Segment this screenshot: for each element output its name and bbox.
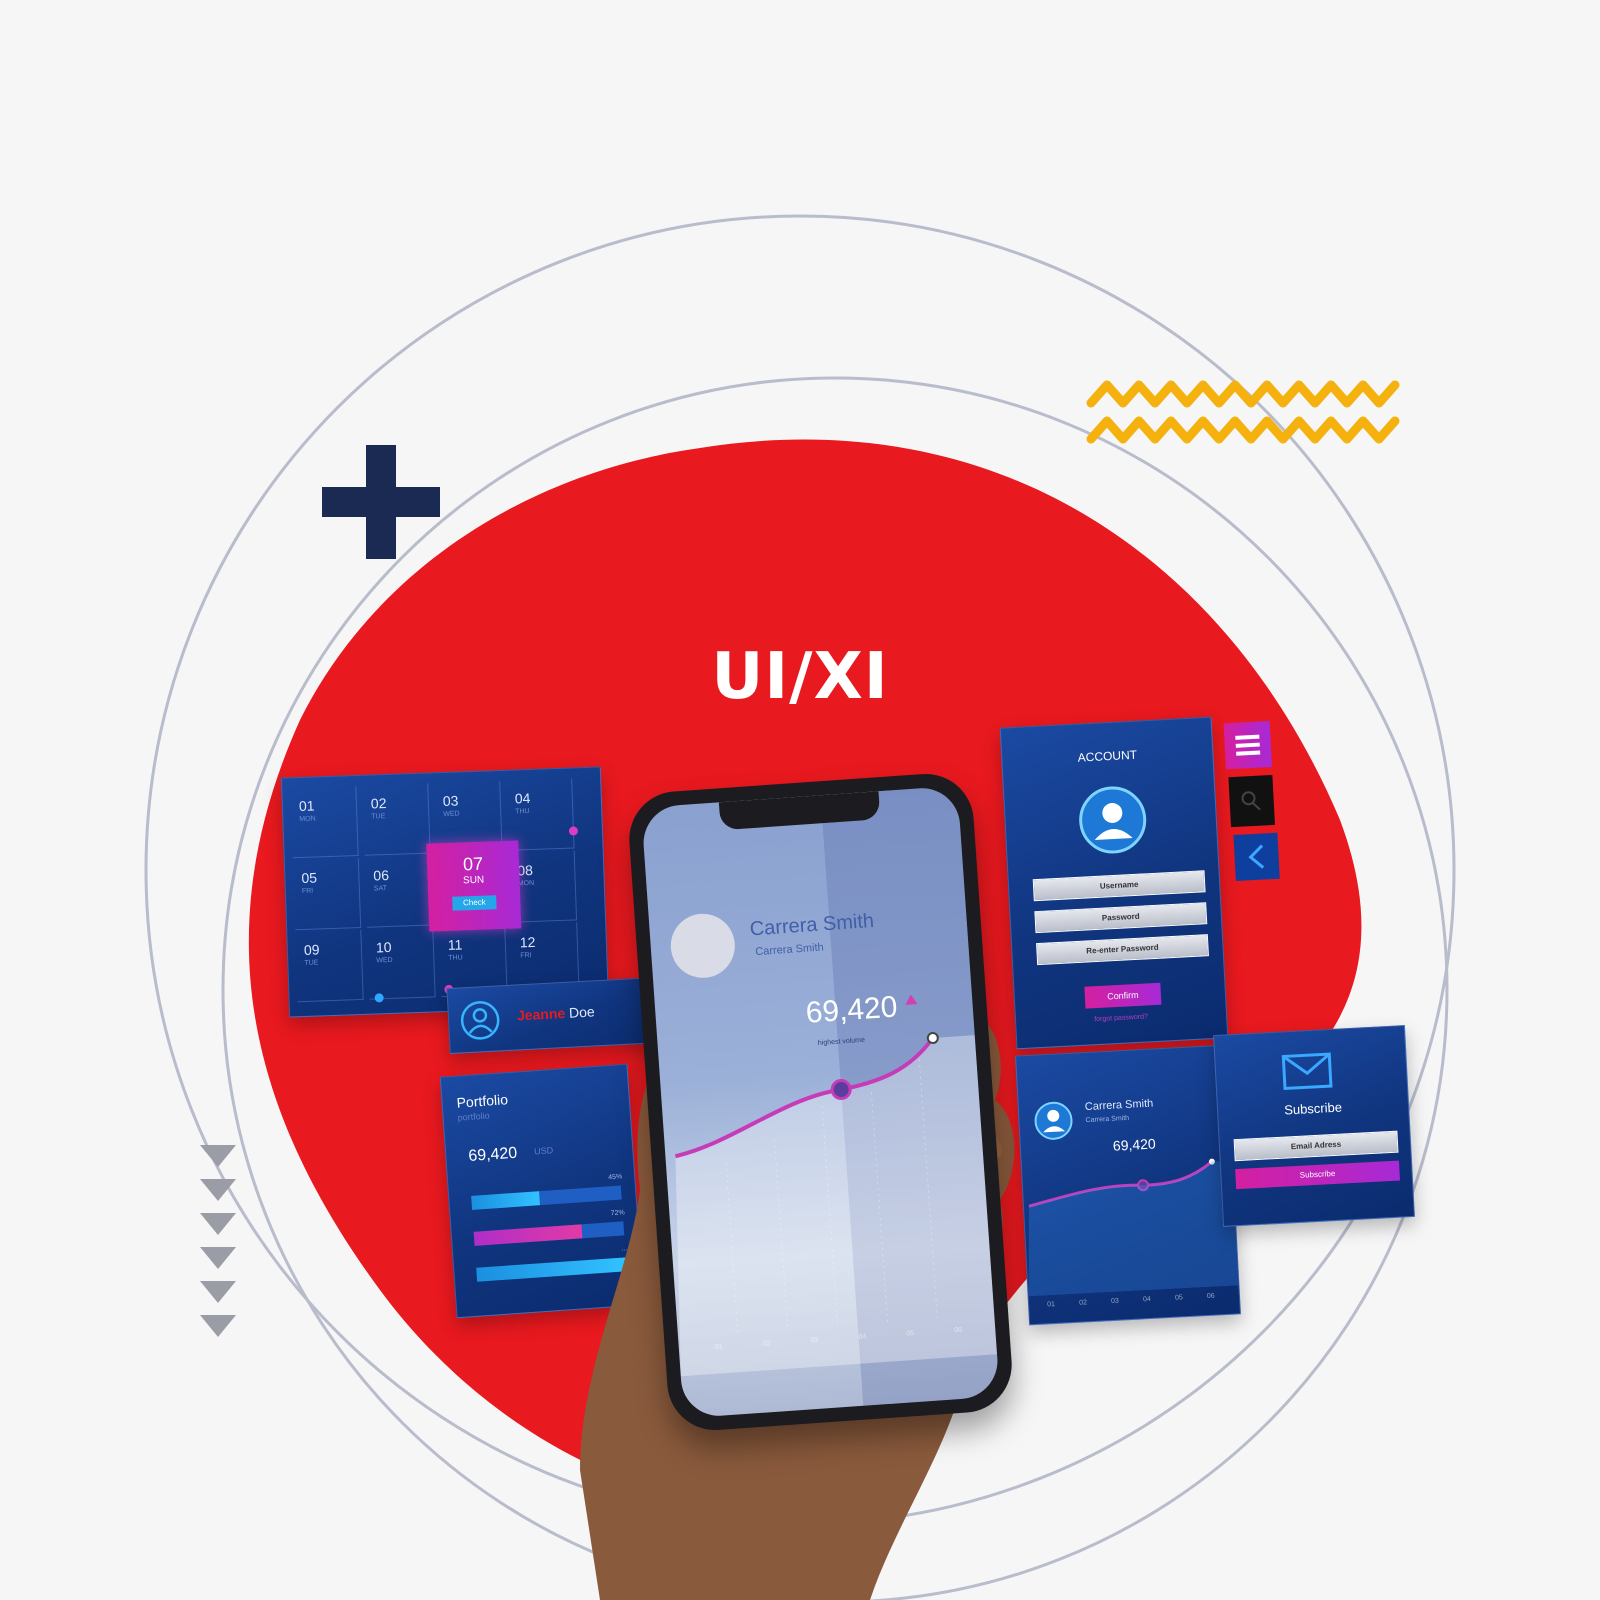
event-dot xyxy=(374,993,384,1003)
x-tick-label: 02 xyxy=(762,1340,771,1348)
calendar-day-number: 04 xyxy=(514,789,531,807)
phone-screen[interactable]: Carrera Smith Carrera Smith 69,420 highe… xyxy=(641,785,1000,1419)
search-button[interactable] xyxy=(1228,774,1275,828)
calendar-day-number: 03 xyxy=(442,792,459,810)
plus-icon xyxy=(322,445,440,559)
calendar-day-number: 09 xyxy=(303,941,320,958)
selected-day-name: SUN xyxy=(462,874,485,887)
confirm-button[interactable]: Confirm xyxy=(1084,982,1162,1009)
stats-line-chart xyxy=(1028,1158,1239,1297)
x-tick-label: 06 xyxy=(954,1326,963,1335)
share-button[interactable] xyxy=(1233,832,1280,881)
check-button[interactable]: Check xyxy=(452,895,497,911)
triangle-arrows-decoration xyxy=(200,1145,236,1337)
calendar-day-number: 01 xyxy=(298,797,315,815)
calendar-day-name: FRI xyxy=(301,887,314,895)
account-card: ACCOUNT Username Password Re-enter Passw… xyxy=(999,716,1229,1050)
calendar-day-cell[interactable]: 01 MON xyxy=(290,786,359,859)
x-tick-label: 01 xyxy=(714,1343,723,1351)
calendar-day-number: 06 xyxy=(373,866,390,884)
reenter-password-field[interactable]: Re-enter Password xyxy=(1036,934,1209,966)
calendar-day-name: TUE xyxy=(304,959,319,967)
calendar-day-number: 10 xyxy=(375,938,392,956)
phone-line-chart xyxy=(674,1032,998,1377)
trend-up-icon xyxy=(904,994,918,1005)
calendar-day-cell[interactable]: 02 TUE xyxy=(362,783,431,856)
x-tick-label: 01 xyxy=(1046,1300,1056,1309)
x-tick-label: 02 xyxy=(1078,1299,1088,1307)
stats-avatar-icon xyxy=(1034,1101,1073,1140)
username-field[interactable]: Username xyxy=(1032,870,1206,902)
stats-user-name: Carrera Smith xyxy=(1084,1097,1154,1114)
calendar-day-cell[interactable]: 06 SAT xyxy=(364,855,434,928)
calendar-day-cell[interactable]: 09 TUE xyxy=(295,929,364,1003)
portfolio-bar-fill xyxy=(476,1267,478,1282)
email-field[interactable]: Email Adress xyxy=(1233,1130,1399,1162)
x-tick-label: 04 xyxy=(1142,1295,1152,1304)
subscribe-card: Subscribe Email Adress Subscribe xyxy=(1213,1025,1415,1227)
forgot-password-link[interactable]: forgot password? xyxy=(1016,1009,1226,1027)
menu-button[interactable] xyxy=(1223,721,1272,770)
subscribe-button[interactable]: Subscribe xyxy=(1235,1160,1400,1190)
calendar-day-name: MON xyxy=(517,879,535,888)
calendar-day-name: WED xyxy=(443,810,460,819)
event-dot xyxy=(568,826,579,836)
portfolio-bar-fill xyxy=(471,1191,540,1210)
portfolio-value: 69,420 xyxy=(467,1144,518,1166)
calendar-day-name: WED xyxy=(376,956,393,965)
page-title: UI/XI xyxy=(711,640,889,714)
calendar-day-number: 11 xyxy=(447,936,463,953)
search-icon xyxy=(1241,791,1261,811)
x-tick-label: 03 xyxy=(810,1336,819,1345)
account-title: ACCOUNT xyxy=(1077,747,1138,765)
portfolio-title: Portfolio xyxy=(456,1091,509,1111)
x-tick-label: 05 xyxy=(906,1330,915,1338)
x-tick-label: 05 xyxy=(1174,1294,1183,1302)
x-tick-label: 04 xyxy=(858,1333,867,1341)
calendar-day-number: 12 xyxy=(519,933,536,951)
password-field[interactable]: Password xyxy=(1034,902,1208,934)
calendar-day-name: THU xyxy=(515,807,530,816)
stats-user-subname: Carrera Smith xyxy=(1085,1114,1130,1125)
calendar-day-cell[interactable]: 05 FRI xyxy=(292,857,362,931)
mail-icon xyxy=(1281,1052,1333,1091)
phone-value: 69,420 xyxy=(804,990,899,1030)
phone-avatar xyxy=(668,911,737,980)
calendar-day-cell[interactable]: 10 WED xyxy=(367,927,436,1000)
calendar-day-number: 02 xyxy=(370,794,387,812)
stats-value: 69,420 xyxy=(1112,1135,1157,1154)
calendar-day-name: THU xyxy=(448,954,463,962)
stats-card: Carrera Smith Carrera Smith 69,420 01 02 0… xyxy=(1015,1044,1241,1326)
user-avatar-icon xyxy=(460,1001,500,1040)
calendar-day-number: 05 xyxy=(301,869,318,886)
calendar-day-name: SAT xyxy=(373,885,388,893)
account-avatar-icon xyxy=(1079,786,1147,854)
hamburger-icon xyxy=(1235,734,1261,756)
calendar-day-name: TUE xyxy=(371,813,386,821)
phone-device: Carrera Smith Carrera Smith 69,420 highe… xyxy=(626,770,1015,1434)
x-tick-label: 03 xyxy=(1110,1297,1120,1306)
phone-user-subname: Carrera Smith xyxy=(754,941,825,959)
subscribe-title: Subscribe xyxy=(1283,1099,1343,1118)
share-icon xyxy=(1248,844,1265,869)
zigzag-decoration xyxy=(1086,380,1400,444)
portfolio-subtitle: portfolio xyxy=(457,1110,490,1123)
calendar-day-name: MON xyxy=(299,815,316,824)
x-tick-label: 06 xyxy=(1206,1292,1215,1301)
calendar-day-name: FRI xyxy=(520,952,532,960)
calendar-selected-day[interactable]: 07 SUN Check xyxy=(426,840,522,932)
side-toolbar xyxy=(1223,721,1283,893)
